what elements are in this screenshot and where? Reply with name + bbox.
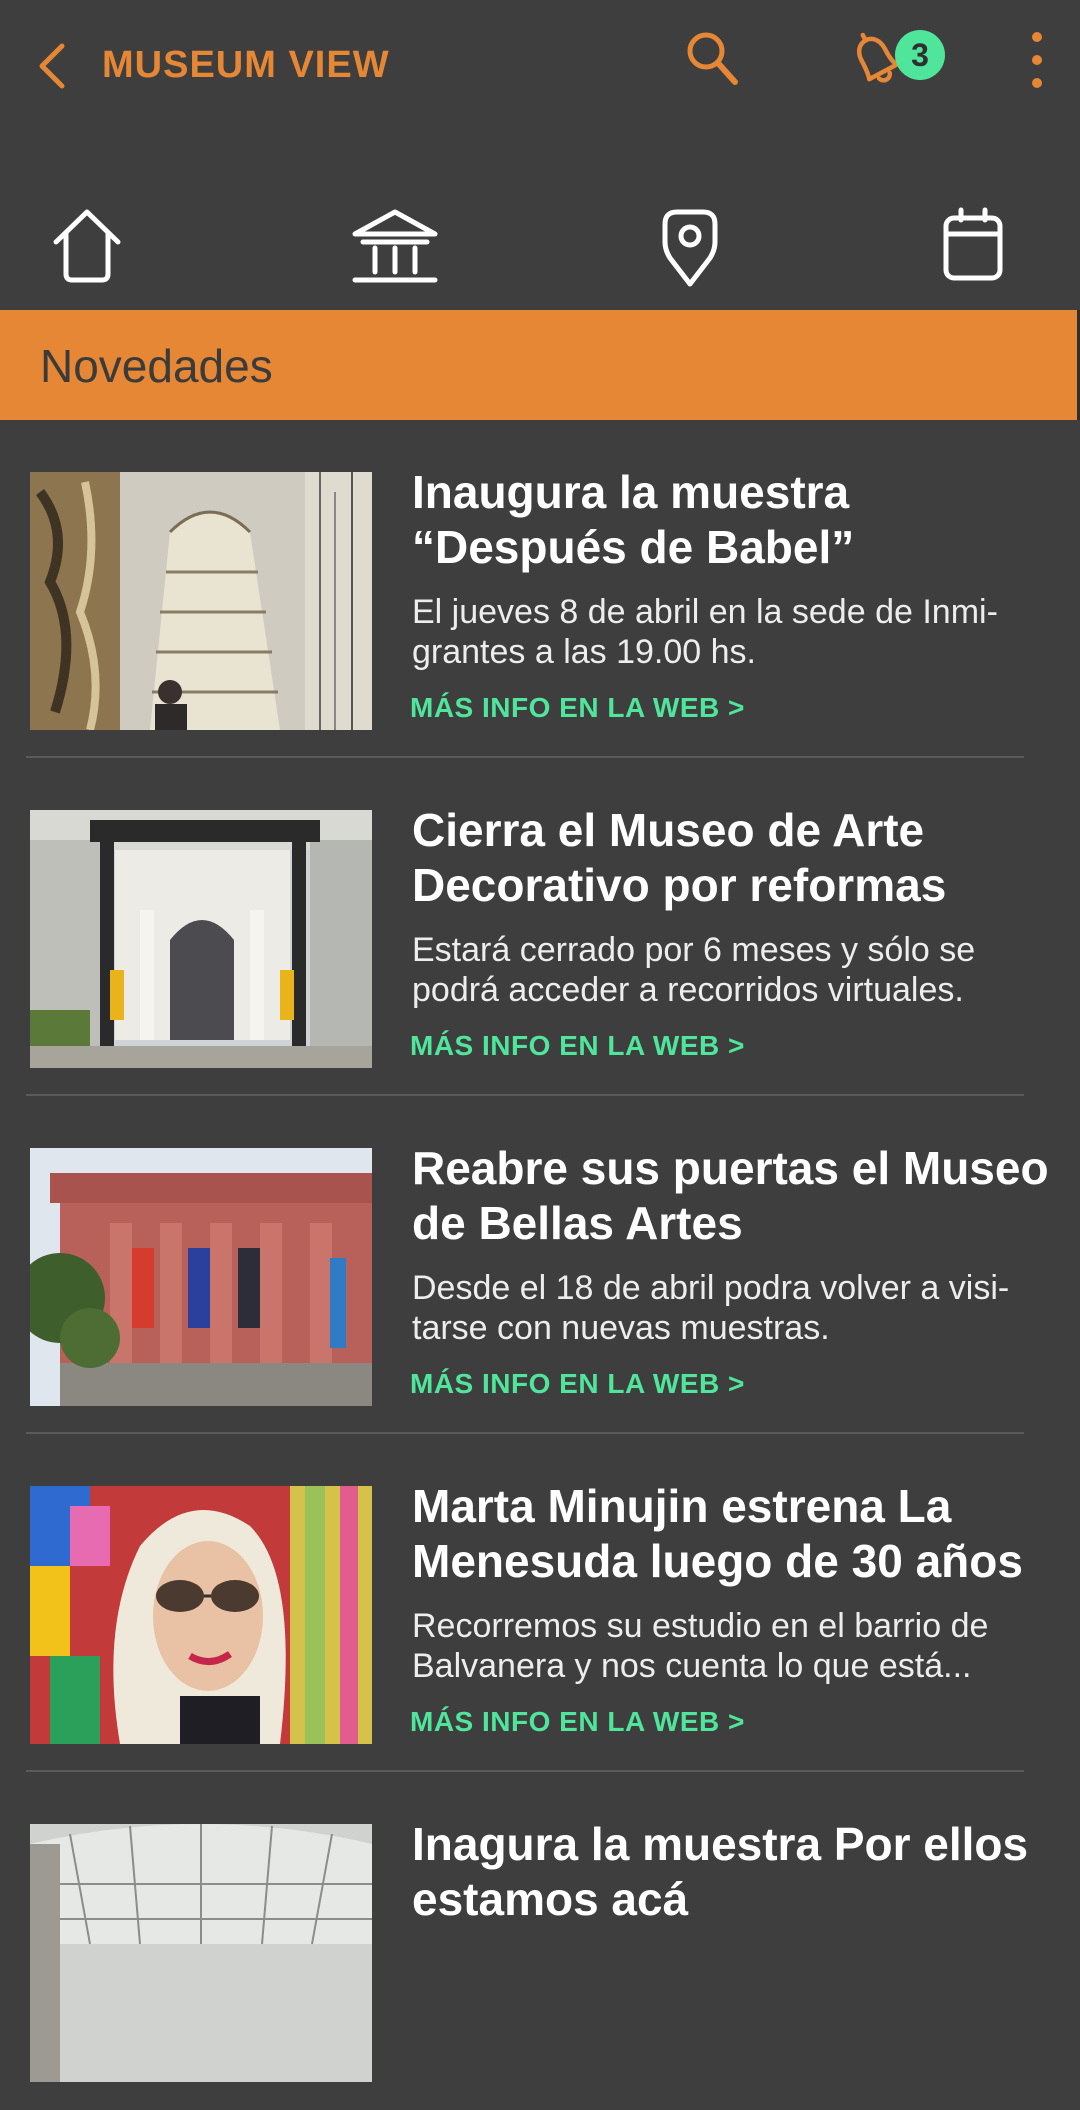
app-bar: MUSEUM VIEW 3 xyxy=(0,0,1080,130)
more-info-link[interactable]: MÁS INFO EN LA WEB > xyxy=(410,1368,745,1400)
news-summary: Desde el 18 de abril podra volver a visi… xyxy=(412,1269,1010,1347)
more-info-link[interactable]: MÁS INFO EN LA WEB > xyxy=(410,1030,745,1062)
news-title: Inaugura la muestra “Después de Babel” xyxy=(412,466,855,573)
more-vertical-icon xyxy=(1032,32,1042,88)
news-list: Inaugura la muestra “Después de Babel” E… xyxy=(0,420,1080,2110)
news-thumbnail-bellas-artes xyxy=(30,1148,372,1406)
news-item[interactable]: Cierra el Museo de Arte Decorativo por r… xyxy=(0,758,1080,1096)
news-thumbnail-marta-minujin xyxy=(30,1486,372,1744)
news-item[interactable]: Marta Minujin estrena La Menesuda luego … xyxy=(0,1434,1080,1772)
notification-count-badge: 3 xyxy=(895,30,945,80)
news-thumbnail-decorative-art xyxy=(30,810,372,1068)
news-summary: Recorremos su estudio en el barrio de Ba… xyxy=(412,1607,989,1685)
news-item[interactable]: Inagura la muestra Por ellos estamos acá xyxy=(0,1772,1080,2110)
app-title: MUSEUM VIEW xyxy=(102,44,390,86)
section-title: Novedades xyxy=(40,340,273,392)
news-thumbnail-babel xyxy=(30,472,372,730)
section-navigation xyxy=(0,180,1080,300)
search-button[interactable] xyxy=(682,28,742,88)
search-icon xyxy=(687,32,738,85)
nav-home[interactable] xyxy=(42,200,132,290)
home-icon xyxy=(53,209,121,283)
calendar-icon xyxy=(943,207,1003,281)
news-summary: El jueves 8 de abril en la sede de Inmi-… xyxy=(412,593,998,671)
news-item[interactable]: Reabre sus puertas el Museo de Bellas Ar… xyxy=(0,1096,1080,1434)
news-title: Reabre sus puertas el Museo de Bellas Ar… xyxy=(412,1142,1049,1249)
news-item[interactable]: Inaugura la muestra “Después de Babel” E… xyxy=(0,420,1080,758)
more-info-link[interactable]: MÁS INFO EN LA WEB > xyxy=(410,692,745,724)
nav-locations[interactable] xyxy=(645,200,735,290)
more-options-button[interactable] xyxy=(1020,28,1054,92)
news-title: Marta Minujin estrena La Menesuda luego … xyxy=(412,1480,1023,1587)
back-icon xyxy=(39,43,65,89)
section-header: Novedades xyxy=(0,310,1080,420)
news-title: Inagura la muestra Por ellos estamos acá xyxy=(412,1818,1029,1925)
nav-calendar[interactable] xyxy=(928,200,1018,290)
news-title: Cierra el Museo de Arte Decorativo por r… xyxy=(412,804,947,911)
news-summary: Estará cerrado por 6 meses y sólo se pod… xyxy=(412,931,976,1009)
back-button[interactable] xyxy=(30,36,80,96)
nav-museums[interactable] xyxy=(345,200,445,290)
location-pin-icon xyxy=(662,209,718,287)
news-thumbnail-por-ellos xyxy=(30,1824,372,2082)
more-info-link[interactable]: MÁS INFO EN LA WEB > xyxy=(410,1706,745,1738)
museum-icon xyxy=(352,209,438,283)
